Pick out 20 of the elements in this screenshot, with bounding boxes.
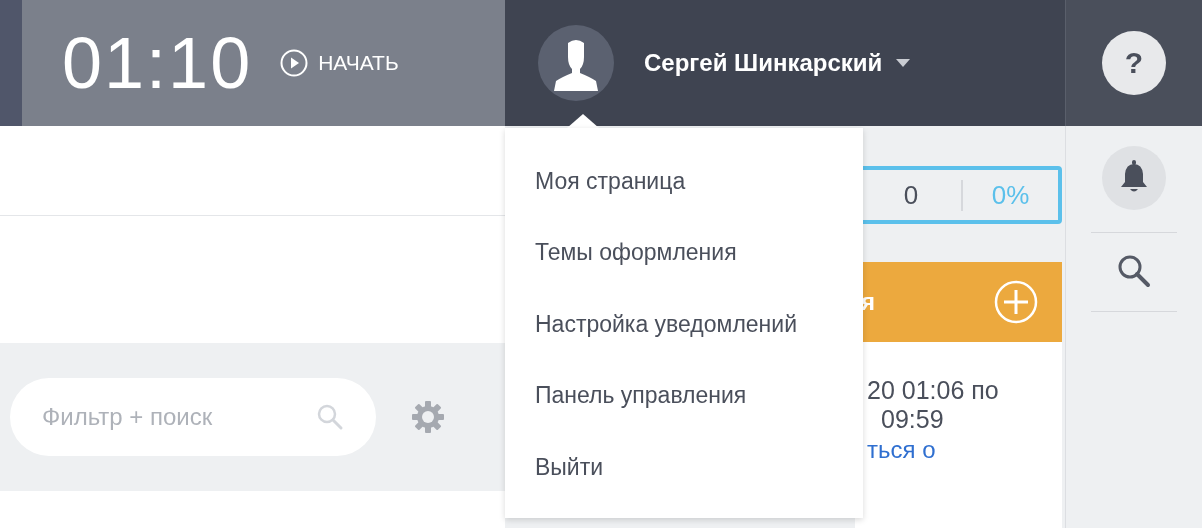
avatar-icon [538, 25, 614, 101]
play-icon [280, 49, 309, 77]
event-time: 20 01:06 по [867, 376, 1000, 405]
counter-percent: 0% [990, 179, 1031, 211]
start-button[interactable]: НАЧАТЬ [280, 49, 399, 77]
event-time: 09:59 [880, 405, 945, 434]
search-icon[interactable] [1116, 253, 1152, 289]
event-link[interactable]: ться о [867, 436, 1062, 464]
menu-item[interactable]: Темы оформления [505, 232, 863, 304]
menu-item[interactable]: Выйти [505, 446, 863, 519]
bell-icon[interactable] [1102, 146, 1166, 210]
user-menu-button[interactable]: Сергей Шинкарский [644, 49, 911, 77]
search-field[interactable]: Фильтр + поиск [10, 378, 376, 456]
menu-item[interactable]: Настройка уведомлений [505, 303, 863, 376]
timer-time: 01:10 [62, 22, 253, 104]
caret-icon [896, 59, 911, 67]
help-button[interactable]: ? [1102, 31, 1166, 95]
menu-item[interactable]: Панель управления [505, 375, 863, 447]
menu-item[interactable]: Моя страница [505, 161, 863, 233]
search-icon [316, 403, 344, 431]
